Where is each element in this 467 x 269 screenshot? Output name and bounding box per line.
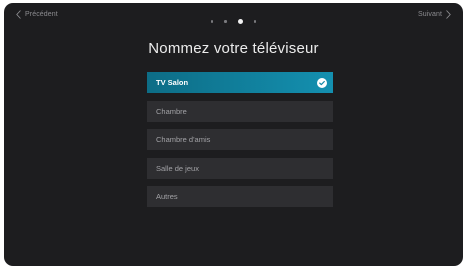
- option-label: TV Salon: [156, 78, 189, 87]
- option-label: Salle de jeux: [156, 163, 199, 173]
- previous-button[interactable]: Précédent: [16, 10, 58, 19]
- option-label: Autres: [156, 192, 178, 201]
- step-dot: [211, 20, 214, 23]
- step-indicator: [4, 19, 463, 24]
- page-title: Nommez votre téléviseur: [148, 40, 319, 57]
- step-dot-active: [237, 19, 243, 24]
- option-chambre[interactable]: Chambre: [147, 100, 333, 122]
- previous-label: Précédent: [25, 11, 58, 18]
- chevron-right-icon: [446, 10, 451, 19]
- option-chambre-d-amis[interactable]: Chambre d'amis: [147, 129, 333, 150]
- chevron-left-icon: [16, 10, 21, 19]
- option-label: Chambre d'amis: [156, 135, 211, 144]
- tv-setup-screen: Précédent Suivant Nommez votre téléviseu…: [4, 3, 463, 266]
- option-salle-de-jeux[interactable]: Salle de jeux: [147, 157, 333, 179]
- option-tv-salon[interactable]: TV Salon: [147, 72, 333, 93]
- step-dot: [253, 20, 256, 23]
- next-label: Suivant: [417, 11, 442, 18]
- checkmark-circle-icon: [317, 77, 327, 88]
- option-label: Chambre: [156, 106, 187, 116]
- tv-name-options: TV Salon Chambre Chambre d'amis Salle de…: [147, 72, 333, 215]
- step-dot: [224, 20, 227, 23]
- option-autres[interactable]: Autres: [147, 186, 333, 207]
- next-button[interactable]: Suivant: [418, 10, 451, 19]
